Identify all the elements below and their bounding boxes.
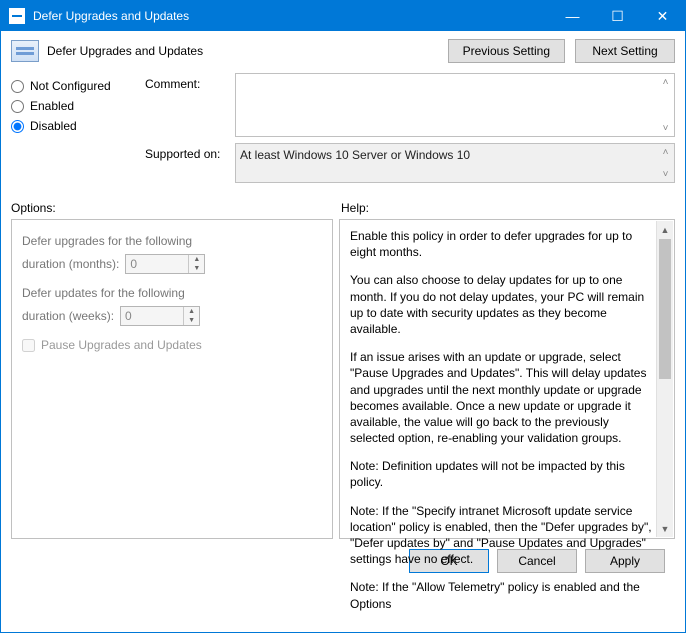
scroll-down-icon[interactable]: ▼ [657,520,673,537]
radio-not-configured-label: Not Configured [30,79,111,93]
options-panel: Defer upgrades for the following duratio… [11,219,333,539]
help-paragraph: Note: If the "Specify intranet Microsoft… [350,503,652,568]
radio-enabled[interactable]: Enabled [11,99,131,113]
radio-enabled-input[interactable] [11,100,24,113]
previous-setting-button[interactable]: Previous Setting [448,39,565,63]
comment-label: Comment: [145,73,235,137]
state-radio-group: Not Configured Enabled Disabled [11,73,131,139]
defer-updates-line: Defer updates for the following [22,286,322,300]
radio-not-configured-input[interactable] [11,80,24,93]
help-paragraph: If an issue arises with an update or upg… [350,349,652,446]
scroll-up-icon[interactable]: ˄ [658,145,673,159]
close-button[interactable]: ✕ [640,1,685,31]
scroll-up-icon[interactable]: ▲ [657,221,673,238]
supported-on-label: Supported on: [145,143,235,183]
radio-disabled[interactable]: Disabled [11,119,131,133]
spinner-up-icon[interactable]: ▲ [184,307,199,316]
help-panel: Enable this policy in order to defer upg… [339,219,675,539]
duration-months-label: duration (months): [22,257,119,271]
defer-upgrades-line: Defer upgrades for the following [22,234,322,248]
help-paragraph: You can also choose to delay updates for… [350,272,652,337]
radio-not-configured[interactable]: Not Configured [11,79,131,93]
options-label: Options: [11,201,341,215]
duration-months-spinner[interactable]: ▲ ▼ [125,254,205,274]
radio-disabled-label: Disabled [30,119,77,133]
duration-weeks-label: duration (weeks): [22,309,114,323]
pause-checkbox-label: Pause Upgrades and Updates [41,338,202,352]
supported-on-text: At least Windows 10 Server or Windows 10 [240,148,470,162]
help-scrollbar[interactable]: ▲ ▼ [656,221,673,537]
policy-icon [11,40,39,62]
duration-weeks-spinner[interactable]: ▲ ▼ [120,306,200,326]
comment-textarea[interactable]: ˄ ˅ [235,73,675,137]
help-paragraph: Note: If the "Allow Telemetry" policy is… [350,579,652,611]
radio-disabled-input[interactable] [11,120,24,133]
scroll-up-icon[interactable]: ˄ [658,75,673,89]
next-setting-button[interactable]: Next Setting [575,39,675,63]
radio-enabled-label: Enabled [30,99,74,113]
minimize-button[interactable]: — [550,1,595,31]
page-title: Defer Upgrades and Updates [47,44,448,58]
window-icon [9,8,25,24]
help-label: Help: [341,201,369,215]
maximize-button[interactable]: ☐ [595,1,640,31]
pause-checkbox[interactable] [22,339,35,352]
spinner-down-icon[interactable]: ▼ [184,316,199,325]
scroll-down-icon[interactable]: ˅ [658,121,673,135]
scroll-thumb[interactable] [659,239,671,379]
titlebar: Defer Upgrades and Updates — ☐ ✕ [1,1,685,31]
pause-checkbox-row[interactable]: Pause Upgrades and Updates [22,338,322,352]
help-text: Enable this policy in order to defer upg… [350,228,652,612]
help-paragraph: Note: Definition updates will not be imp… [350,458,652,490]
scroll-down-icon[interactable]: ˅ [658,167,673,181]
window-controls: — ☐ ✕ [550,1,685,31]
duration-weeks-input[interactable] [121,307,183,325]
spinner-up-icon[interactable]: ▲ [189,255,204,264]
supported-on-box: At least Windows 10 Server or Windows 10… [235,143,675,183]
duration-months-input[interactable] [126,255,188,273]
window-title: Defer Upgrades and Updates [33,9,550,23]
help-paragraph: Enable this policy in order to defer upg… [350,228,652,260]
spinner-down-icon[interactable]: ▼ [189,264,204,273]
